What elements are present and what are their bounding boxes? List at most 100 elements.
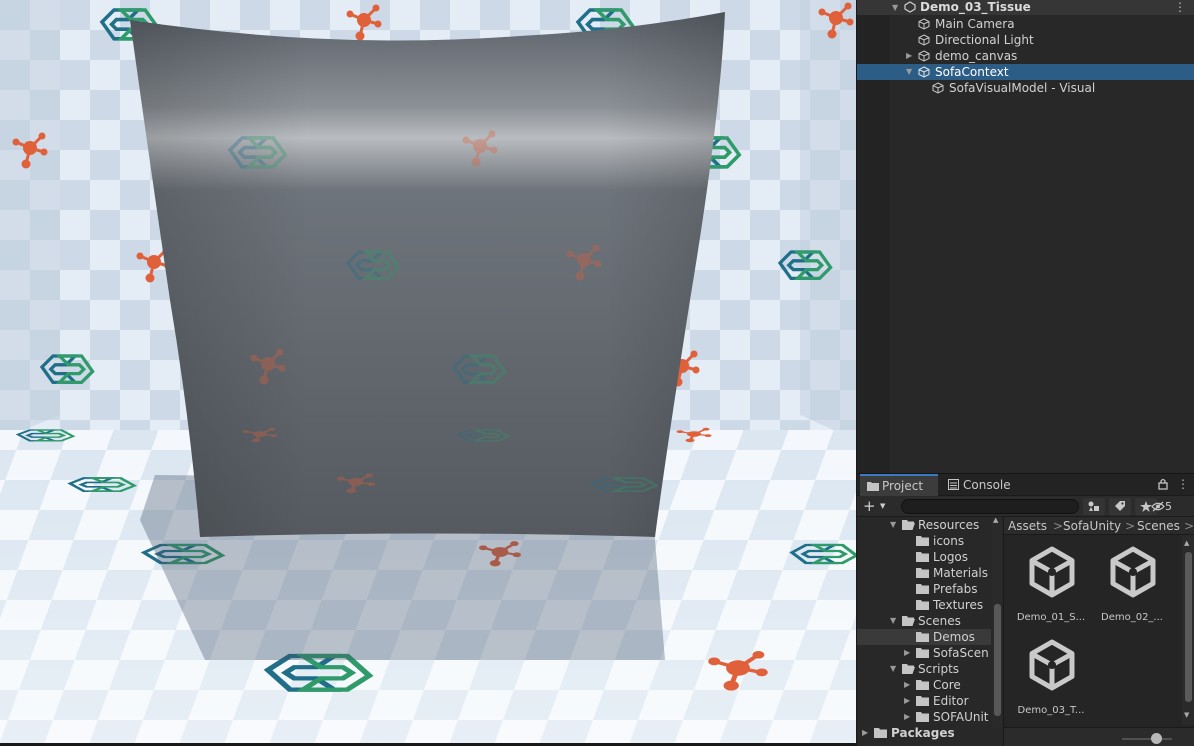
asset-label: Demo_01_S... xyxy=(1016,612,1086,623)
asset-scroll-thumb[interactable] xyxy=(1185,552,1192,702)
scene-name: Demo_03_Tissue xyxy=(920,0,1031,14)
folder-icon xyxy=(916,648,929,658)
folder-tree: ▼ Resources icons Logos Materials Prefab… xyxy=(857,517,991,746)
unity-scene-icon xyxy=(1029,546,1075,598)
unity-scene-icon xyxy=(1029,639,1075,691)
zoom-slider-track[interactable] xyxy=(1122,738,1172,740)
folder-icon xyxy=(916,536,929,546)
breadcrumb-item-sofaunity[interactable]: SofaUnity xyxy=(1063,517,1121,534)
scroll-down-icon[interactable]: ▼ xyxy=(1184,711,1189,719)
tree-item-label: Demos xyxy=(933,630,975,644)
folder-icon xyxy=(916,632,929,642)
project-panel: Project Console ⋮ + ▼ 5 ▼ Resources icon… xyxy=(857,473,1194,746)
tree-item-icons[interactable]: icons xyxy=(857,533,991,549)
hidden-packages-count: 5 xyxy=(1165,500,1172,513)
hierarchy-item-label: demo_canvas xyxy=(935,49,1018,63)
tree-item-label: Resources xyxy=(918,518,980,532)
tree-item-sofascenes[interactable]: ▶ SofaScen xyxy=(857,645,991,661)
tree-item-packages[interactable]: ▶ Packages xyxy=(857,725,991,741)
hierarchy-item-sofavisualmodel[interactable]: SofaVisualModel - Visual xyxy=(857,80,1194,96)
tab-console[interactable]: Console xyxy=(941,474,1019,496)
folder-icon xyxy=(916,568,929,578)
folder-icon xyxy=(916,584,929,594)
folder-open-icon xyxy=(902,616,915,626)
tree-item-scenes[interactable]: ▼ Scenes xyxy=(857,613,991,629)
gameobject-cube-icon xyxy=(918,66,930,78)
tree-item-logos[interactable]: Logos xyxy=(857,549,991,565)
hierarchy-item-label: SofaVisualModel - Visual xyxy=(949,81,1096,95)
breadcrumb-item-scenes[interactable]: Scenes xyxy=(1137,517,1180,534)
collapse-arrow-icon[interactable]: ▼ xyxy=(890,613,896,629)
asset-scene-demo-03[interactable]: Demo_03_T... xyxy=(1012,639,1090,723)
asset-label: Demo_02_... xyxy=(1101,612,1163,623)
tree-item-scripts[interactable]: ▼ Scripts xyxy=(857,661,991,677)
tree-item-label: Editor xyxy=(933,694,969,708)
search-input[interactable] xyxy=(901,499,1079,514)
lock-icon[interactable] xyxy=(1158,478,1168,490)
folder-icon xyxy=(916,712,929,722)
hierarchy-item-directional-light[interactable]: Directional Light xyxy=(857,32,1194,48)
unity-scene-icon xyxy=(1110,546,1156,598)
expand-arrow-icon[interactable]: ▼ xyxy=(892,0,898,15)
asset-footer xyxy=(1004,727,1194,746)
breadcrumb-item-assets[interactable]: Assets xyxy=(1008,517,1047,534)
folder-icon xyxy=(916,696,929,706)
tab-label: Console xyxy=(963,478,1011,492)
project-toolbar: + ▼ 5 xyxy=(857,496,1194,517)
expand-arrow-icon[interactable]: ▶ xyxy=(904,677,910,693)
hierarchy-item-sofacontext[interactable]: ▼ SofaContext xyxy=(857,64,1194,80)
tree-item-materials[interactable]: Materials xyxy=(857,565,991,581)
tree-item-core[interactable]: ▶ Core xyxy=(857,677,991,693)
collapse-arrow-icon[interactable]: ▼ xyxy=(890,517,896,533)
expand-arrow-icon[interactable]: ▶ xyxy=(906,48,912,64)
asset-scene-demo-01[interactable]: Demo_01_S... xyxy=(1012,546,1090,630)
gameobject-cube-icon xyxy=(932,82,944,94)
folder-open-icon xyxy=(902,664,915,674)
tree-scrollbar[interactable]: ▲ xyxy=(992,516,1002,728)
zoom-slider-thumb[interactable] xyxy=(1150,733,1162,744)
folder-icon xyxy=(916,552,929,562)
tree-item-resources[interactable]: ▼ Resources xyxy=(857,517,991,533)
tree-item-label: icons xyxy=(933,534,965,548)
folder-icon xyxy=(916,600,929,610)
asset-browser: Assets > SofaUnity > Scenes > Demo_01_S.… xyxy=(1004,517,1194,746)
asset-label: Demo_03_T... xyxy=(1017,705,1085,716)
scroll-up-icon[interactable]: ▲ xyxy=(1184,539,1189,547)
tree-item-editor[interactable]: ▶ Editor xyxy=(857,693,991,709)
tree-item-label: Logos xyxy=(933,550,969,564)
hierarchy-scene-row[interactable]: ▼ Demo_03_Tissue ⋮ xyxy=(857,0,1194,15)
tree-item-label: Core xyxy=(933,678,961,692)
expand-arrow-icon[interactable]: ▶ xyxy=(904,709,910,725)
tree-item-label: SofaScen xyxy=(933,646,989,660)
asset-scene-demo-02[interactable]: Demo_02_... xyxy=(1093,546,1171,630)
hidden-packages-icon[interactable] xyxy=(1151,501,1165,512)
tag-icon xyxy=(1115,501,1125,511)
tree-scroll-thumb[interactable] xyxy=(994,604,1001,716)
tree-item-demos[interactable]: Demos xyxy=(857,629,991,645)
expand-arrow-icon[interactable]: ▶ xyxy=(904,645,910,661)
tree-item-textures[interactable]: Textures xyxy=(857,597,991,613)
tree-item-sofaunit[interactable]: ▶ SOFAUnit xyxy=(857,709,991,725)
more-options-icon[interactable]: ⋮ xyxy=(1177,477,1189,491)
collapse-arrow-icon[interactable]: ▼ xyxy=(906,64,912,80)
tab-project[interactable]: Project xyxy=(860,474,938,496)
tree-item-label: Scripts xyxy=(918,662,960,676)
search-by-type-button[interactable] xyxy=(1083,498,1105,515)
tree-item-label: Prefabs xyxy=(933,582,978,596)
hierarchy-item-main-camera[interactable]: Main Camera xyxy=(857,16,1194,32)
more-options-icon[interactable]: ⋮ xyxy=(1174,0,1186,15)
search-by-label-button[interactable] xyxy=(1109,498,1131,515)
add-asset-button[interactable]: + ▼ xyxy=(863,497,891,515)
expand-arrow-icon[interactable]: ▶ xyxy=(904,693,910,709)
scene-view[interactable] xyxy=(0,0,856,743)
collapse-arrow-icon[interactable]: ▼ xyxy=(890,661,896,677)
expand-arrow-icon[interactable]: ▶ xyxy=(862,725,868,741)
asset-scrollbar[interactable]: ▲ ▼ xyxy=(1182,535,1194,725)
hierarchy-item-demo-canvas[interactable]: ▶ demo_canvas xyxy=(857,48,1194,64)
breadcrumb-separator: > xyxy=(1184,519,1194,533)
unity-scene-icon xyxy=(904,1,916,13)
project-tabbar: Project Console ⋮ xyxy=(857,474,1194,496)
tree-item-prefabs[interactable]: Prefabs xyxy=(857,581,991,597)
scroll-up-icon[interactable]: ▲ xyxy=(993,516,998,524)
tab-label: Project xyxy=(882,479,924,493)
